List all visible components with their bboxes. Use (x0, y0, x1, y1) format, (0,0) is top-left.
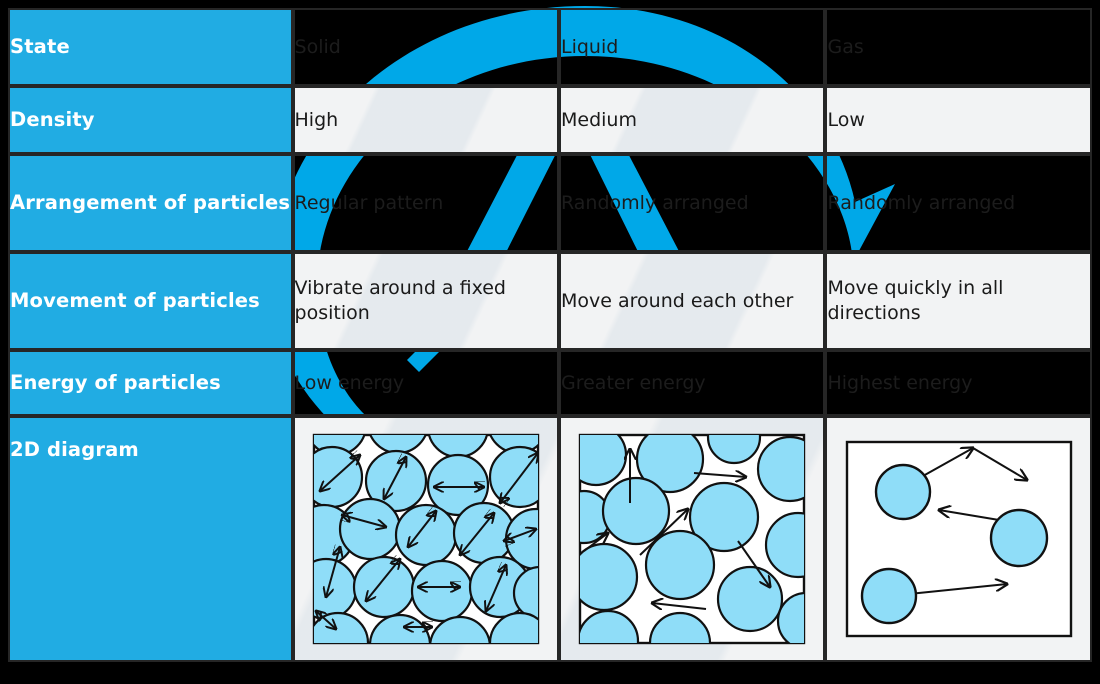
cell-movement-liquid-text: Move around each other (561, 289, 794, 312)
cell-arrangement-liquid-text: Randomly arranged (561, 191, 749, 214)
table-row-density: Density High Medium Low (8, 86, 1092, 154)
row-header-state: State (8, 8, 293, 86)
row-header-arrangement-label: Arrangement of particles (10, 191, 291, 215)
cell-state-gas: Gas (825, 8, 1092, 86)
cell-movement-solid: Vibrate around a fixed position (292, 252, 559, 350)
row-header-arrangement: Arrangement of particles (8, 154, 293, 252)
cell-arrangement-gas: Randomly arranged (825, 154, 1092, 252)
solid-particle-diagram (312, 433, 539, 645)
page-root: State Solid Liquid Gas Density High Medi… (0, 0, 1100, 684)
cell-density-gas: Low (825, 86, 1092, 154)
cell-density-solid-text: High (294, 108, 339, 131)
cell-movement-solid-text: Vibrate around a fixed position (294, 277, 506, 324)
table-row-diagram: 2D diagram (8, 416, 1092, 662)
states-of-matter-table: State Solid Liquid Gas Density High Medi… (8, 8, 1092, 662)
states-of-matter-table-wrapper: State Solid Liquid Gas Density High Medi… (8, 8, 1092, 662)
row-header-2d-diagram-label: 2D diagram (10, 438, 139, 461)
cell-diagram-solid (292, 416, 559, 662)
table-row-state: State Solid Liquid Gas (8, 8, 1092, 86)
cell-arrangement-gas-text: Randomly arranged (827, 191, 1016, 214)
cell-energy-gas: Highest energy (825, 350, 1092, 416)
cell-diagram-liquid (559, 416, 826, 662)
cell-movement-liquid: Move around each other (559, 252, 826, 350)
cell-state-solid-text: Solid (294, 35, 341, 58)
cell-density-solid: High (292, 86, 559, 154)
row-header-energy-label: Energy of particles (10, 371, 221, 395)
cell-state-solid: Solid (292, 8, 559, 86)
cell-density-gas-text: Low (827, 108, 865, 131)
cell-energy-solid-text: Low energy (294, 371, 405, 394)
cell-sheen (294, 254, 557, 348)
cell-energy-liquid: Greater energy (559, 350, 826, 416)
row-header-2d-diagram: 2D diagram (8, 416, 293, 662)
cell-arrangement-solid: Regular pattern (292, 154, 559, 252)
row-header-movement: Movement of particles (8, 252, 293, 350)
table-row-energy: Energy of particles Low energy Greater e… (8, 350, 1092, 416)
table-row-movement: Movement of particles Vibrate around a f… (8, 252, 1092, 350)
cell-density-liquid: Medium (559, 86, 826, 154)
gas-particle-diagram (845, 440, 1072, 638)
liquid-particle-diagram (579, 433, 806, 645)
cell-diagram-gas (825, 416, 1092, 662)
cell-arrangement-liquid: Randomly arranged (559, 154, 826, 252)
row-header-movement-label: Movement of particles (10, 289, 260, 313)
row-header-energy: Energy of particles (8, 350, 293, 416)
row-header-density-label: Density (10, 108, 95, 132)
cell-state-liquid-text: Liquid (561, 35, 619, 58)
cell-state-liquid: Liquid (559, 8, 826, 86)
cell-movement-gas: Move quickly in all directions (825, 252, 1092, 350)
cell-state-gas-text: Gas (827, 35, 864, 58)
row-header-density: Density (8, 86, 293, 154)
cell-movement-gas-text: Move quickly in all directions (827, 277, 1004, 324)
cell-density-liquid-text: Medium (561, 108, 637, 131)
table-row-arrangement: Arrangement of particles Regular pattern… (8, 154, 1092, 252)
cell-energy-liquid-text: Greater energy (561, 371, 706, 394)
cell-energy-solid: Low energy (292, 350, 559, 416)
row-header-state-label: State (10, 35, 70, 59)
cell-arrangement-solid-text: Regular pattern (294, 191, 444, 214)
cell-energy-gas-text: Highest energy (827, 371, 973, 394)
